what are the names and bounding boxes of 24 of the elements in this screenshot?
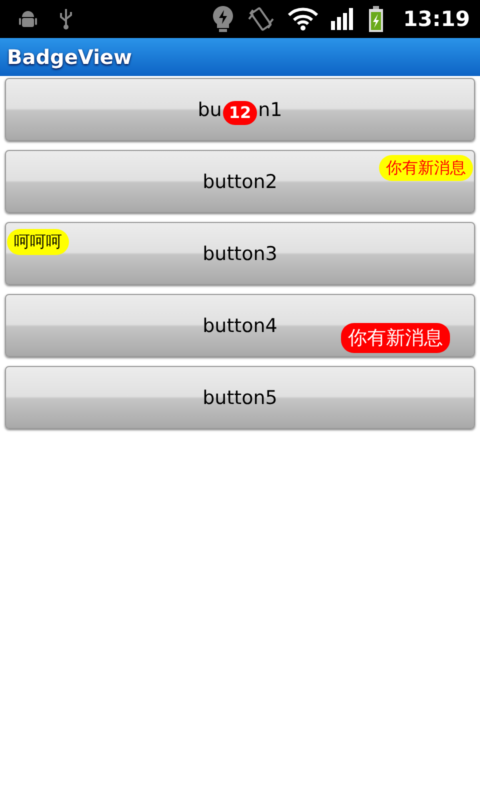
push-button[interactable]: button5	[5, 366, 475, 429]
notification-badge: 呵呵呵	[7, 229, 69, 255]
button-label: button2	[202, 170, 278, 192]
robot-icon	[17, 8, 39, 30]
notification-badge: 12	[222, 100, 258, 124]
clock-time: 13:19	[403, 7, 470, 31]
button-label: button3	[202, 242, 278, 264]
usb-icon	[57, 7, 75, 31]
button-label: button5	[202, 386, 278, 408]
push-button[interactable]: button2 你有新消息	[5, 150, 475, 213]
push-button[interactable]: button4 你有新消息	[5, 294, 475, 357]
push-button[interactable]: bu 12 n1	[5, 78, 475, 141]
push-button[interactable]: button3 呵呵呵	[5, 222, 475, 285]
notification-badge: 你有新消息	[341, 323, 450, 353]
vibrate-icon	[247, 6, 276, 32]
lightbulb-icon	[212, 5, 234, 33]
battery-icon	[368, 6, 384, 32]
signal-icon	[331, 8, 356, 30]
app-title: BadgeView	[7, 45, 132, 69]
notification-badge: 你有新消息	[379, 155, 473, 181]
button-label: n1	[258, 98, 282, 120]
button-label: bu	[198, 98, 222, 120]
wifi-icon	[288, 7, 318, 31]
button-label: button4	[202, 314, 278, 336]
